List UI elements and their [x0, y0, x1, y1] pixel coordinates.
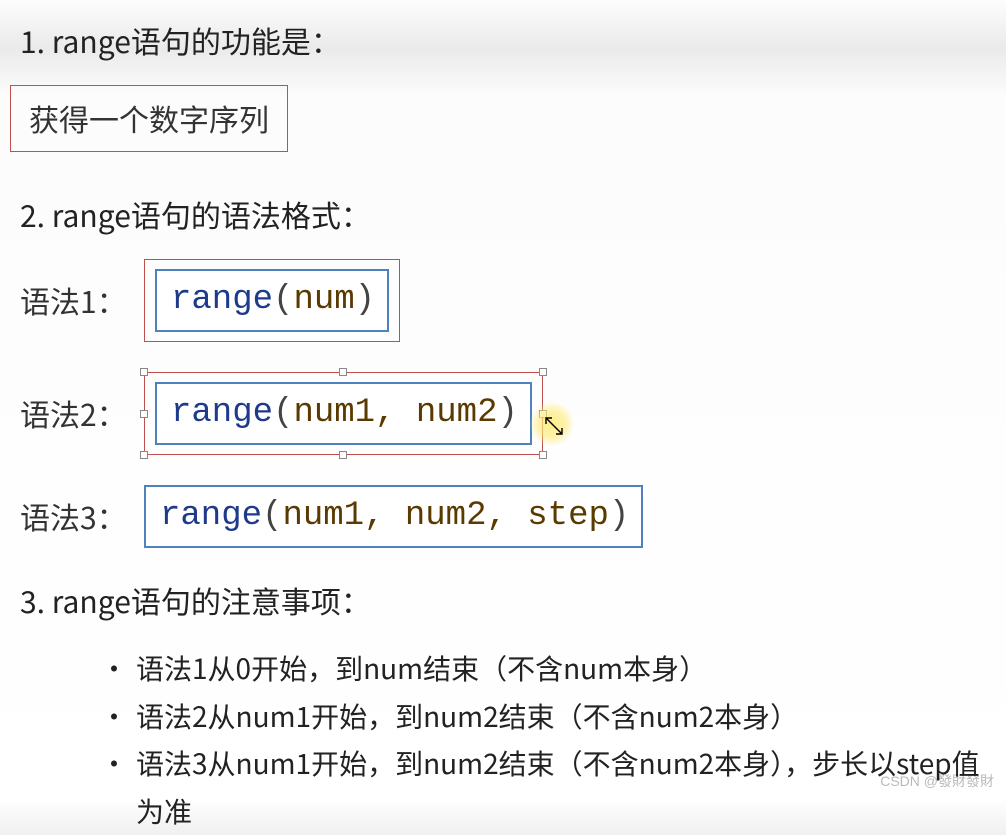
- selection-handle[interactable]: [339, 451, 347, 459]
- syntax-label: 语法3：: [20, 494, 130, 539]
- syntax-label: 语法2：: [20, 391, 130, 436]
- section-1-heading: 1. range语句的功能是：: [20, 18, 986, 63]
- code-box-inner: range(num1, num2, step): [144, 485, 643, 548]
- code-box-inner: range(num): [155, 269, 389, 332]
- note-item: 语法3从num1开始，到num2结束（不含num2本身），步长以step值为准: [100, 740, 986, 835]
- section-1-answer-box: 获得一个数字序列: [10, 85, 288, 152]
- section-2-heading: 2. range语句的语法格式：: [20, 192, 986, 237]
- section-3-heading: 3. range语句的注意事项：: [20, 578, 986, 623]
- selection-handle[interactable]: [339, 368, 347, 376]
- code-box-outer[interactable]: range(num1, num2): [144, 372, 543, 455]
- selection-handle[interactable]: [539, 410, 547, 418]
- selection-handle[interactable]: [140, 451, 148, 459]
- selection-handle[interactable]: [539, 451, 547, 459]
- selection-handle[interactable]: [539, 368, 547, 376]
- code-box-outer: range(num): [144, 259, 400, 342]
- selection-handle[interactable]: [140, 368, 148, 376]
- code-box-inner: range(num1, num2): [155, 382, 532, 445]
- notes-list: 语法1从0开始，到num结束（不含num本身）语法2从num1开始，到num2结…: [100, 645, 986, 835]
- syntax-row-2: 语法2： range(num1, num2): [20, 372, 986, 455]
- watermark: CSDN @發財發財: [880, 771, 994, 792]
- syntax-label: 语法1：: [20, 278, 130, 323]
- code-box-outer: range(num1, num2, step): [144, 485, 643, 548]
- syntax-rows-container: 语法1： range(num) 语法2： range(num1, num2) 语法3： r…: [20, 259, 986, 548]
- syntax-row-3: 语法3： range(num1, num2, step): [20, 485, 986, 548]
- note-item: 语法1从0开始，到num结束（不含num本身）: [100, 645, 986, 693]
- syntax-row-1: 语法1： range(num): [20, 259, 986, 342]
- selection-handle[interactable]: [140, 410, 148, 418]
- note-item: 语法2从num1开始，到num2结束（不含num2本身）: [100, 693, 986, 741]
